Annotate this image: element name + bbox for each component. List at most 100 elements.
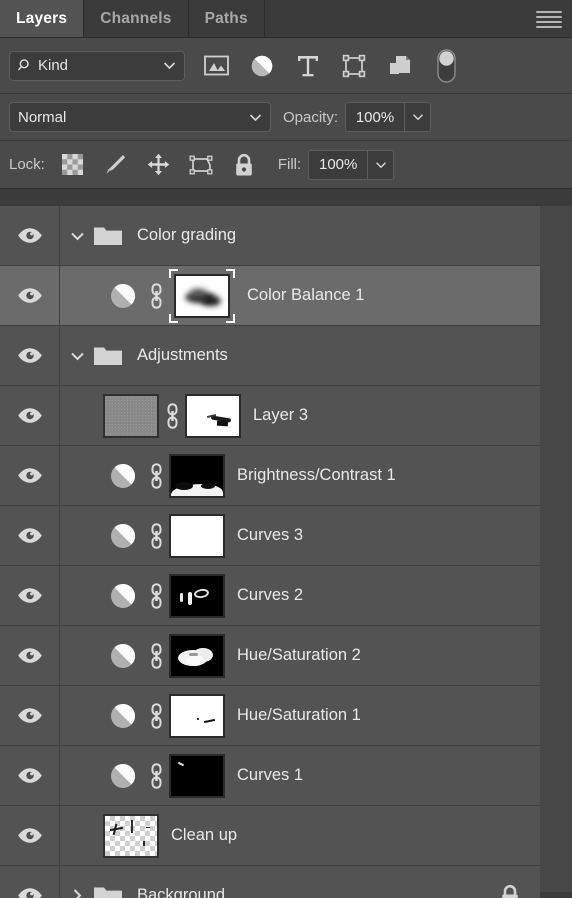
layer-mask-thumbnail-wrap: [185, 393, 241, 438]
tab-paths[interactable]: Paths: [189, 0, 265, 37]
layer-visibility-toggle[interactable]: [0, 866, 60, 898]
eye-icon: [17, 587, 43, 604]
tab-channels-label: Channels: [100, 9, 172, 27]
link-mask-icon[interactable]: [143, 281, 169, 311]
blend-mode-dropdown[interactable]: Normal: [9, 102, 271, 132]
layer-name[interactable]: Hue/Saturation 2: [237, 646, 361, 665]
layer-visibility-toggle[interactable]: [0, 746, 60, 805]
hamburger-menu-icon[interactable]: [536, 11, 562, 28]
link-mask-icon[interactable]: [143, 701, 169, 731]
layer-name[interactable]: Color grading: [137, 226, 236, 245]
fill-stepper-chevron-down-icon[interactable]: [367, 150, 394, 179]
adjustment-layer-icon[interactable]: [103, 702, 143, 730]
layer-name[interactable]: Curves 2: [237, 586, 303, 605]
link-mask-icon[interactable]: [143, 521, 169, 551]
layer-visibility-toggle[interactable]: [0, 686, 60, 745]
adjustment-layer-icon[interactable]: [103, 642, 143, 670]
shape-layers-filter-icon[interactable]: [331, 46, 377, 86]
layer-row[interactable]: Curves 1: [0, 746, 540, 806]
layer-row[interactable]: Hue/Saturation 2: [0, 626, 540, 686]
adjustment-layer-icon[interactable]: [103, 522, 143, 550]
layer-name[interactable]: Hue/Saturation 1: [237, 706, 361, 725]
chevron-down-icon[interactable]: [63, 231, 91, 241]
layer-visibility-toggle[interactable]: [0, 446, 60, 505]
link-mask-icon[interactable]: [143, 581, 169, 611]
fill-value[interactable]: 100%: [309, 150, 368, 179]
layer-row[interactable]: Curves 3: [0, 506, 540, 566]
layer-visibility-toggle[interactable]: [0, 206, 60, 265]
layer-thumbnail[interactable]: [103, 393, 159, 438]
link-mask-icon[interactable]: [143, 641, 169, 671]
adjustment-layer-icon[interactable]: [103, 762, 143, 790]
opacity-stepper-chevron-down-icon[interactable]: [404, 103, 431, 131]
layer-row[interactable]: Layer 3: [0, 386, 540, 446]
lock-all-icon[interactable]: [223, 145, 266, 185]
layer-row[interactable]: Brightness/Contrast 1: [0, 446, 540, 506]
layer-row[interactable]: Background: [0, 866, 540, 898]
layer-row-body: Color grading: [60, 206, 540, 265]
layer-row[interactable]: Adjustments: [0, 326, 540, 386]
layer-visibility-toggle[interactable]: [0, 566, 60, 625]
link-mask-icon[interactable]: [159, 401, 185, 431]
layer-row[interactable]: Color Balance 1: [0, 266, 540, 326]
tab-bar-filler: [265, 0, 572, 37]
link-mask-icon[interactable]: [143, 461, 169, 491]
tab-layers[interactable]: Layers: [0, 0, 85, 37]
layer-mask-thumbnail[interactable]: [169, 633, 225, 678]
layer-mask-thumbnail[interactable]: [169, 513, 225, 558]
layer-list[interactable]: Color grading Color Balance 1 Adjustment…: [0, 206, 572, 898]
opacity-control[interactable]: 100%: [345, 102, 432, 132]
chevron-down-icon[interactable]: [63, 351, 91, 361]
layer-name[interactable]: Brightness/Contrast 1: [237, 466, 396, 485]
lock-position-icon[interactable]: [137, 145, 180, 185]
opacity-value[interactable]: 100%: [346, 103, 405, 131]
layer-locked-icon: [500, 884, 520, 898]
layer-row-body: Layer 3: [60, 386, 540, 445]
mask-selection-bracket: [226, 313, 235, 323]
layer-thumbnail[interactable]: [103, 813, 159, 858]
type-layers-filter-icon[interactable]: [285, 46, 331, 86]
layer-name[interactable]: Layer 3: [253, 406, 308, 425]
lock-image-pixels-icon[interactable]: [94, 145, 137, 185]
layer-row-body: Curves 2: [60, 566, 540, 625]
layer-row[interactable]: Hue/Saturation 1: [0, 686, 540, 746]
layer-mask-thumbnail[interactable]: [169, 453, 225, 498]
layer-mask-thumbnail[interactable]: [174, 273, 230, 318]
layer-name[interactable]: Background: [137, 886, 225, 898]
chevron-right-icon[interactable]: [63, 888, 91, 898]
adjustment-layer-icon[interactable]: [103, 582, 143, 610]
layer-row[interactable]: Curves 2: [0, 566, 540, 626]
layer-name[interactable]: Color Balance 1: [247, 286, 364, 305]
layer-mask-thumbnail[interactable]: [169, 693, 225, 738]
pixel-layers-filter-icon[interactable]: [193, 46, 239, 86]
filter-toggle-switch[interactable]: [423, 46, 469, 86]
layer-mask-thumbnail[interactable]: [169, 753, 225, 798]
layer-name[interactable]: Adjustments: [137, 346, 228, 365]
layer-visibility-toggle[interactable]: [0, 506, 60, 565]
link-mask-icon[interactable]: [143, 761, 169, 791]
adjustment-layer-icon[interactable]: [103, 282, 143, 310]
layer-name[interactable]: Curves 1: [237, 766, 303, 785]
lock-transparent-pixels-icon[interactable]: [51, 145, 94, 185]
adjustment-layer-icon[interactable]: [103, 462, 143, 490]
layer-name[interactable]: Clean up: [171, 826, 237, 845]
fill-control[interactable]: 100%: [308, 149, 395, 180]
adjustment-layers-filter-icon[interactable]: [239, 46, 285, 86]
filter-type-icons: [193, 46, 469, 86]
lock-icons: [51, 145, 266, 185]
layer-row[interactable]: Clean up: [0, 806, 540, 866]
smart-object-filter-icon[interactable]: [377, 46, 423, 86]
layer-visibility-toggle[interactable]: [0, 806, 60, 865]
layer-visibility-toggle[interactable]: [0, 386, 60, 445]
layer-visibility-toggle[interactable]: [0, 326, 60, 385]
layer-visibility-toggle[interactable]: [0, 266, 60, 325]
tab-channels[interactable]: Channels: [84, 0, 189, 37]
layer-row[interactable]: Color grading: [0, 206, 540, 266]
layer-name[interactable]: Curves 3: [237, 526, 303, 545]
lock-artboard-nesting-icon[interactable]: [180, 145, 223, 185]
layer-visibility-toggle[interactable]: [0, 626, 60, 685]
layers-panel: Layers Channels Paths Kind Normal Opacit…: [0, 0, 572, 898]
layer-mask-thumbnail[interactable]: [169, 573, 225, 618]
layer-mask-thumbnail[interactable]: [185, 393, 241, 438]
filter-kind-dropdown[interactable]: Kind: [9, 50, 185, 81]
